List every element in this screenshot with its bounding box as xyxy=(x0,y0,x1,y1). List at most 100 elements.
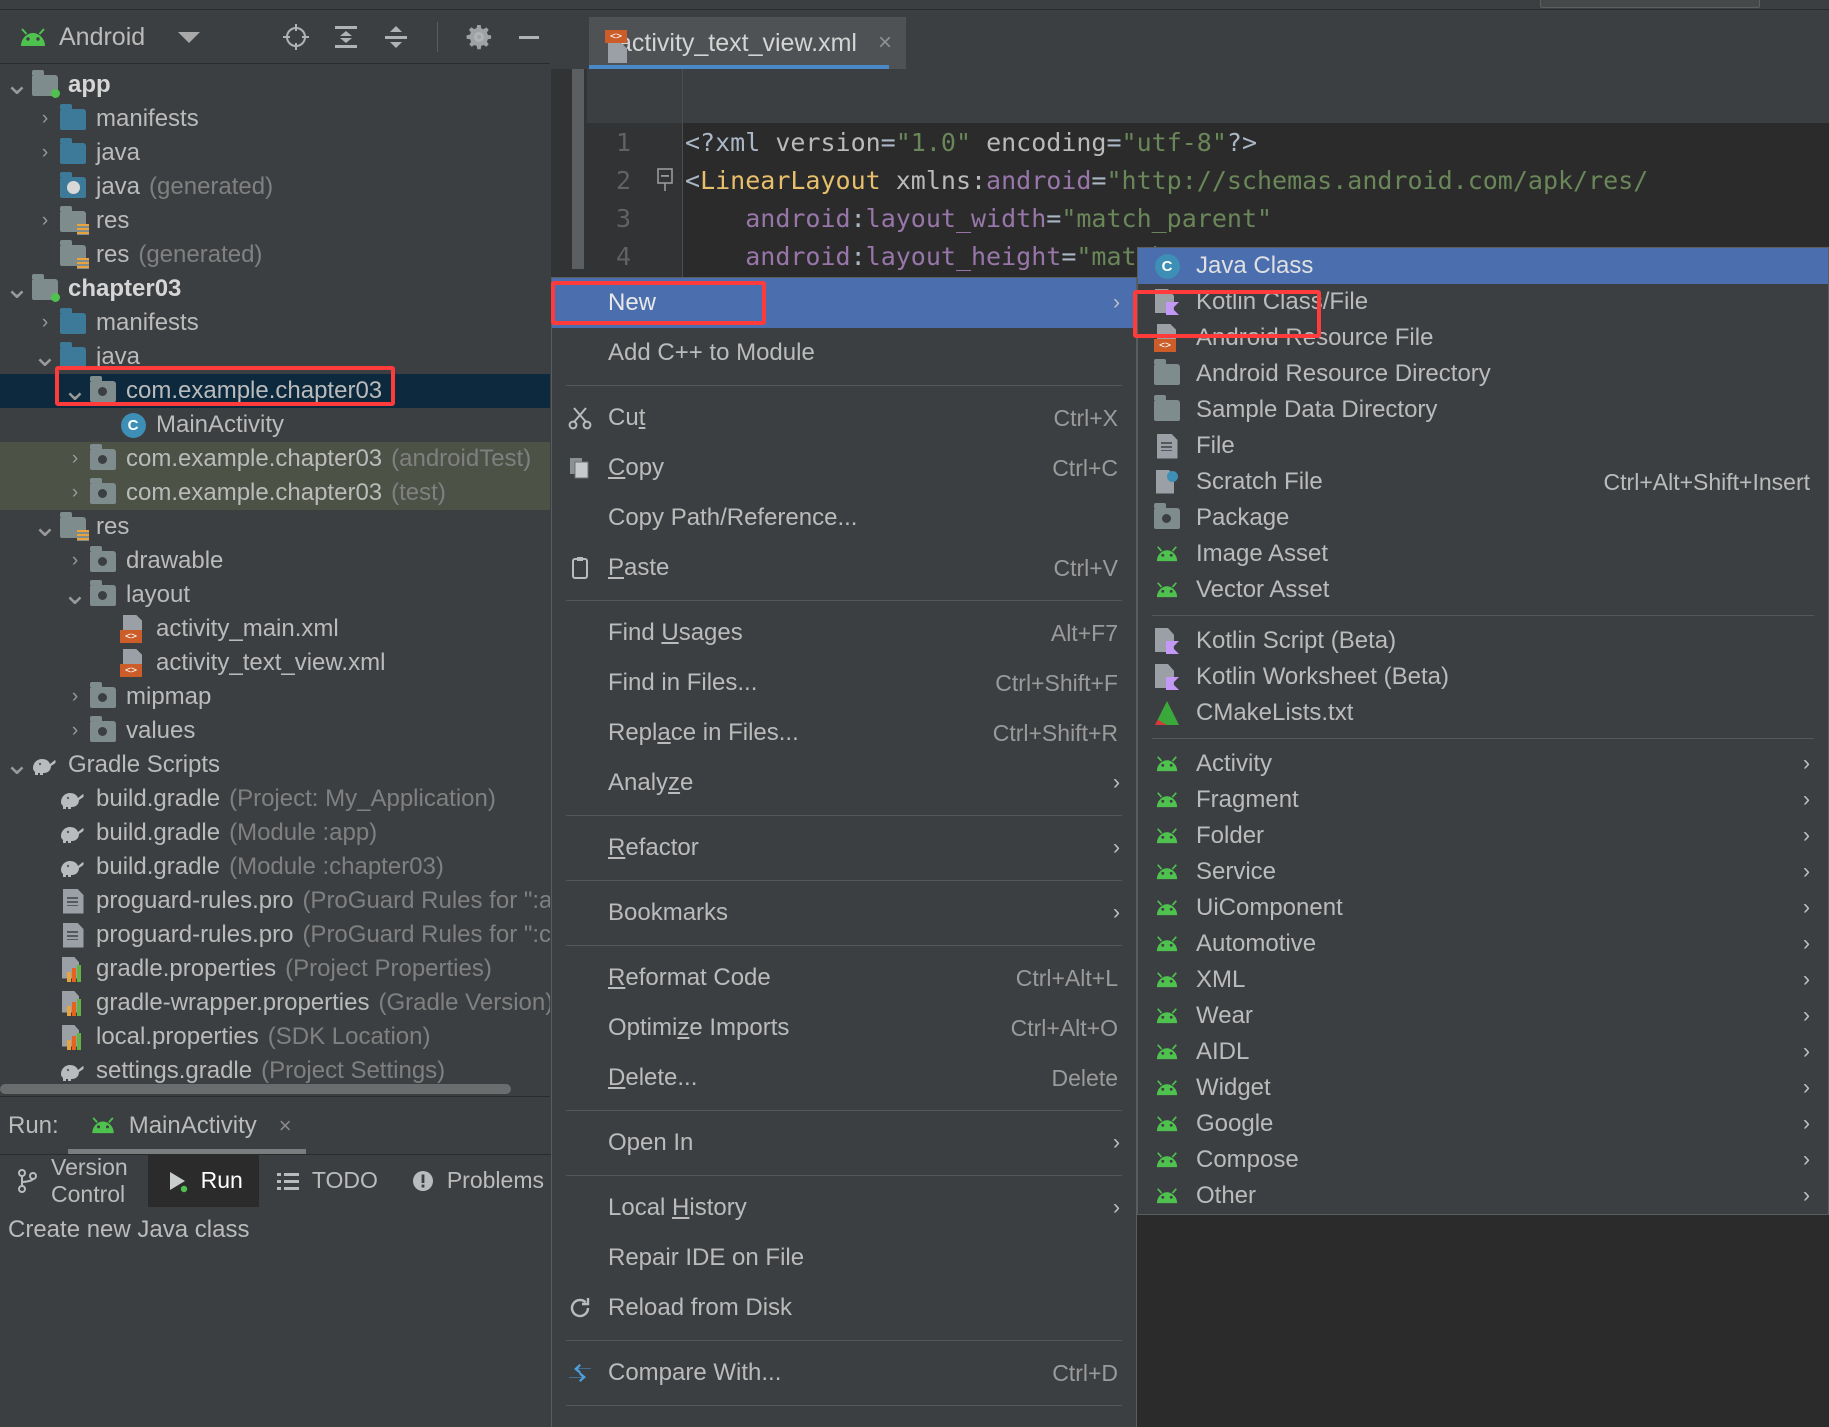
menu-item-reformat-code[interactable]: Reformat Code Ctrl+Alt+L xyxy=(552,953,1136,1003)
chevron-down-icon[interactable] xyxy=(178,31,201,43)
bottom-tab-todo[interactable]: TODO xyxy=(259,1155,394,1207)
close-icon[interactable]: × xyxy=(878,29,892,57)
submenu-item-service[interactable]: Service › xyxy=(1138,854,1828,890)
tree-row[interactable]: › manifests xyxy=(0,306,550,340)
submenu-item-kotlin-script-beta[interactable]: Kotlin Script (Beta) xyxy=(1138,623,1828,659)
top-toolbar-field[interactable] xyxy=(1540,0,1760,8)
tree-row[interactable]: ⌄ chapter03 xyxy=(0,272,550,306)
menu-item-reload-from-disk[interactable]: Reload from Disk xyxy=(552,1283,1136,1333)
chevron-right-icon[interactable]: › xyxy=(32,108,58,130)
menu-item-copy[interactable]: Copy Ctrl+C xyxy=(552,443,1136,493)
submenu-item-image-asset[interactable]: Image Asset xyxy=(1138,536,1828,572)
bottom-tab-problems[interactable]: Problems xyxy=(394,1155,560,1207)
locate-icon[interactable] xyxy=(281,22,311,52)
submenu-item-automotive[interactable]: Automotive › xyxy=(1138,926,1828,962)
tree-row[interactable]: › mipmap xyxy=(0,680,550,714)
tree-row[interactable]: ⌄ app xyxy=(0,68,550,102)
submenu-item-fragment[interactable]: Fragment › xyxy=(1138,782,1828,818)
chevron-right-icon[interactable]: › xyxy=(62,482,88,504)
tree-row[interactable]: gradle.properties (Project Properties) xyxy=(0,952,550,986)
menu-item-new[interactable]: New › xyxy=(552,278,1136,328)
tree-row[interactable]: ⌄ com.example.chapter03 xyxy=(0,374,550,408)
chevron-down-icon[interactable]: ⌄ xyxy=(32,342,58,372)
submenu-item-android-resource-directory[interactable]: Android Resource Directory xyxy=(1138,356,1828,392)
tree-row[interactable]: › com.example.chapter03 (test) xyxy=(0,476,550,510)
chevron-down-icon[interactable]: ⌄ xyxy=(32,512,58,542)
chevron-down-icon[interactable]: ⌄ xyxy=(4,70,30,100)
menu-item-repair-ide-on-file[interactable]: Repair IDE on File xyxy=(552,1233,1136,1283)
menu-item-paste[interactable]: Paste Ctrl+V xyxy=(552,543,1136,593)
menu-item-local-history[interactable]: Local History › xyxy=(552,1183,1136,1233)
menu-item-find-in-files[interactable]: Find in Files... Ctrl+Shift+F xyxy=(552,658,1136,708)
submenu-item-aidl[interactable]: AIDL › xyxy=(1138,1034,1828,1070)
submenu-item-kotlin-class-file[interactable]: Kotlin Class/File xyxy=(1138,284,1828,320)
submenu-item-file[interactable]: File xyxy=(1138,428,1828,464)
chevron-down-icon[interactable]: ⌄ xyxy=(62,580,88,610)
project-view-selector[interactable]: Android xyxy=(0,23,201,52)
editor-tab-activity-text-view[interactable]: <> activity_text_view.xml × xyxy=(589,17,906,69)
submenu-item-compose[interactable]: Compose › xyxy=(1138,1142,1828,1178)
tree-row[interactable]: ⌄ layout xyxy=(0,578,550,612)
bottom-tab-run[interactable]: Run xyxy=(147,1154,259,1207)
chevron-down-icon[interactable]: ⌄ xyxy=(4,274,30,304)
tree-row[interactable]: proguard-rules.pro (ProGuard Rules for ":… xyxy=(0,918,550,952)
tree-row[interactable]: res (generated) xyxy=(0,238,550,272)
menu-item-open-in[interactable]: Open In › xyxy=(552,1118,1136,1168)
submenu-item-scratch-file[interactable]: Scratch File Ctrl+Alt+Shift+Insert xyxy=(1138,464,1828,500)
menu-item-analyze[interactable]: Analyze › xyxy=(552,758,1136,808)
minimize-icon[interactable] xyxy=(514,22,544,52)
submenu-item-sample-data-directory[interactable]: Sample Data Directory xyxy=(1138,392,1828,428)
tree-row[interactable]: › values xyxy=(0,714,550,748)
collapse-all-icon[interactable] xyxy=(381,22,411,52)
tree-row[interactable]: local.properties (SDK Location) xyxy=(0,1020,550,1054)
menu-item-mark-directory-as[interactable]: Mark Directory as› xyxy=(552,1413,1136,1427)
tree-row[interactable]: <> activity_text_view.xml xyxy=(0,646,550,680)
submenu-item-vector-asset[interactable]: Vector Asset xyxy=(1138,572,1828,608)
new-submenu[interactable]: C Java Class Kotlin Class/File <> Android Re… xyxy=(1137,247,1829,1215)
submenu-item-folder[interactable]: Folder › xyxy=(1138,818,1828,854)
tree-row[interactable]: ⌄ java xyxy=(0,340,550,374)
submenu-item-google[interactable]: Google › xyxy=(1138,1106,1828,1142)
chevron-right-icon[interactable]: › xyxy=(62,686,88,708)
submenu-item-package[interactable]: Package xyxy=(1138,500,1828,536)
tree-row[interactable]: C MainActivity xyxy=(0,408,550,442)
submenu-item-java-class[interactable]: C Java Class xyxy=(1138,248,1828,284)
tree-row[interactable]: › manifests xyxy=(0,102,550,136)
submenu-item-android-resource-file[interactable]: <> Android Resource File xyxy=(1138,320,1828,356)
menu-item-replace-in-files[interactable]: Replace in Files... Ctrl+Shift+R xyxy=(552,708,1136,758)
chevron-right-icon[interactable]: › xyxy=(62,550,88,572)
tree-horizontal-scrollbar[interactable] xyxy=(0,1084,550,1094)
tree-row[interactable]: ⌄ res xyxy=(0,510,550,544)
tree-row[interactable]: › res xyxy=(0,204,550,238)
run-configuration-tab[interactable]: MainActivity × xyxy=(89,1112,292,1140)
settings-gear-icon[interactable] xyxy=(464,22,494,52)
tree-row[interactable]: gradle-wrapper.properties (Gradle Version… xyxy=(0,986,550,1020)
tree-row[interactable]: build.gradle (Module :app) xyxy=(0,816,550,850)
tree-row[interactable]: proguard-rules.pro (ProGuard Rules for ":… xyxy=(0,884,550,918)
menu-item-cut[interactable]: Cut Ctrl+X xyxy=(552,393,1136,443)
chevron-right-icon[interactable]: › xyxy=(32,210,58,232)
chevron-right-icon[interactable]: › xyxy=(32,142,58,164)
tree-row[interactable]: java (generated) xyxy=(0,170,550,204)
bottom-tab-version-control[interactable]: Version Control xyxy=(0,1154,148,1207)
menu-item-copy-path-reference[interactable]: Copy Path/Reference... xyxy=(552,493,1136,543)
chevron-down-icon[interactable]: ⌄ xyxy=(4,750,30,780)
submenu-item-kotlin-worksheet-beta[interactable]: Kotlin Worksheet (Beta) xyxy=(1138,659,1828,695)
project-tree[interactable]: ⌄ app › manifests › java java (generated) › res re… xyxy=(0,64,550,1084)
expand-all-icon[interactable] xyxy=(331,22,361,52)
submenu-item-other[interactable]: Other › xyxy=(1138,1178,1828,1214)
menu-item-delete[interactable]: Delete... Delete xyxy=(552,1053,1136,1103)
menu-item-refactor[interactable]: Refactor › xyxy=(552,823,1136,873)
fold-collapse-icon[interactable] xyxy=(645,166,685,194)
menu-item-add-c-to-module[interactable]: Add C++ to Module xyxy=(552,328,1136,378)
chevron-right-icon[interactable]: › xyxy=(32,312,58,334)
tree-row[interactable]: › java xyxy=(0,136,550,170)
tree-row[interactable]: <> activity_main.xml xyxy=(0,612,550,646)
context-menu[interactable]: New › Add C++ to Module Cut Ctrl+X Copy Ctrl+C… xyxy=(551,277,1137,1427)
submenu-item-activity[interactable]: Activity › xyxy=(1138,746,1828,782)
tree-row[interactable]: › drawable xyxy=(0,544,550,578)
menu-item-compare-with[interactable]: Compare With... Ctrl+D xyxy=(552,1348,1136,1398)
tree-row[interactable]: build.gradle (Project: My_Application) xyxy=(0,782,550,816)
menu-item-find-usages[interactable]: Find Usages Alt+F7 xyxy=(552,608,1136,658)
menu-item-optimize-imports[interactable]: Optimize Imports Ctrl+Alt+O xyxy=(552,1003,1136,1053)
